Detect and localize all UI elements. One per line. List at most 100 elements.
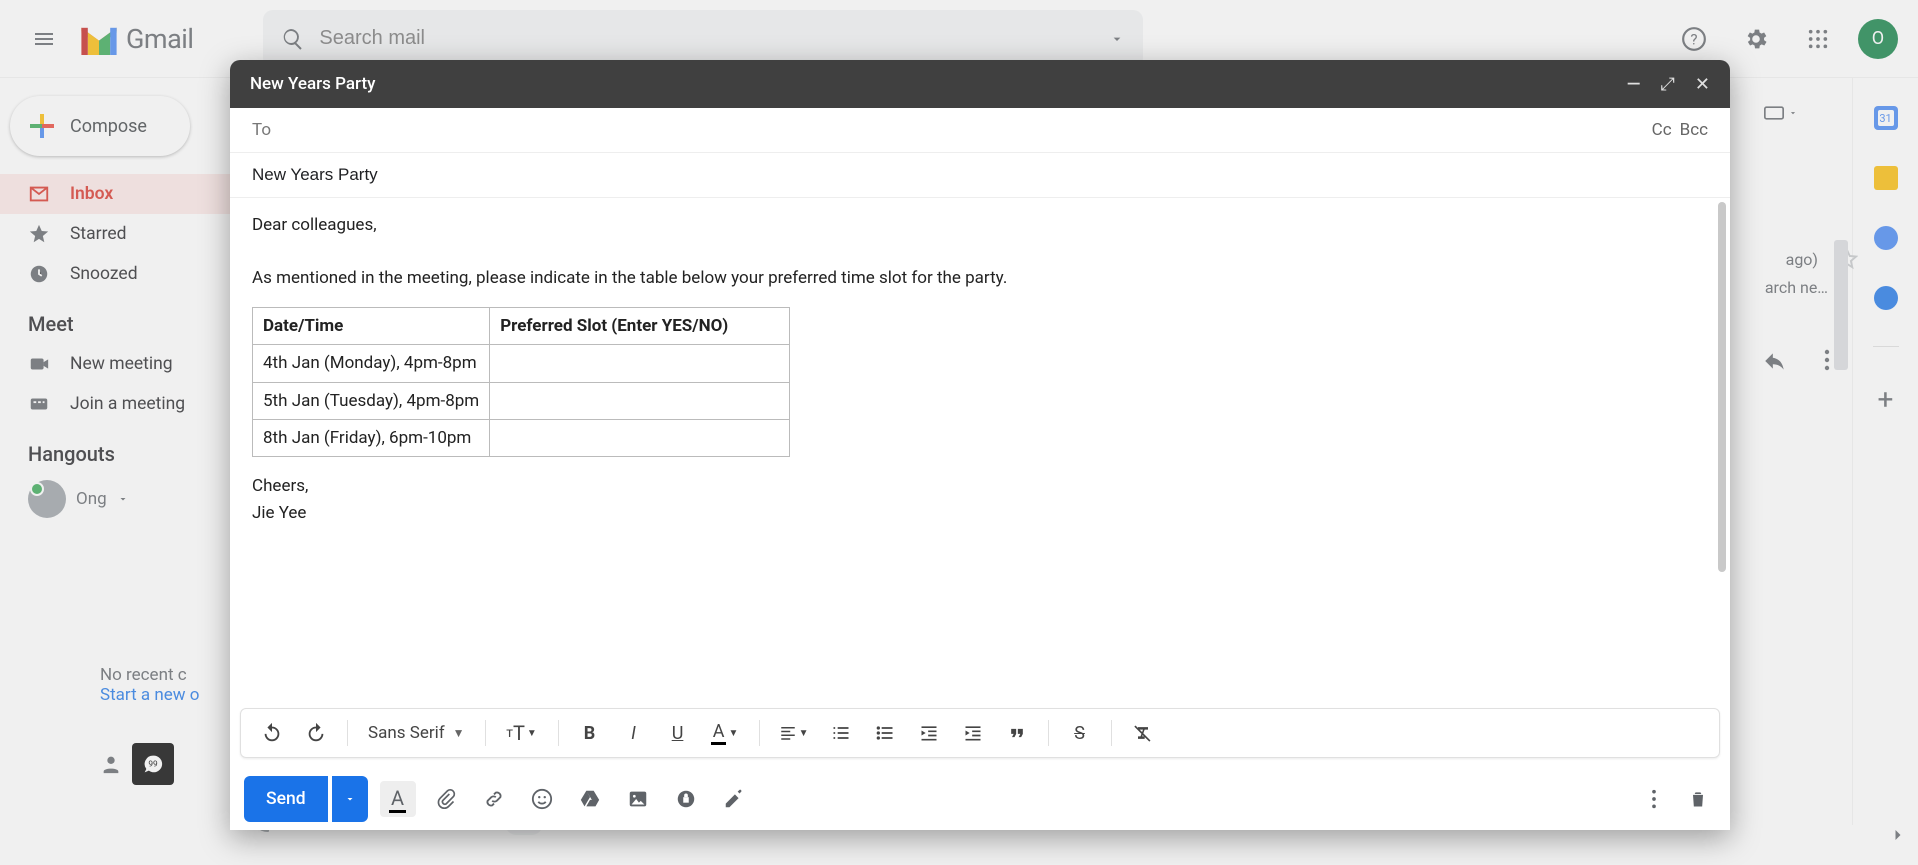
to-label: To (252, 120, 271, 140)
toolbar-separator (1048, 720, 1049, 746)
attach-icon[interactable] (428, 781, 464, 817)
tasks-app-icon[interactable] (1874, 226, 1898, 250)
send-bar: Send A (230, 768, 1730, 830)
table-header: Date/Time (253, 308, 490, 345)
close-icon[interactable]: ✕ (1695, 74, 1710, 95)
table-header-row: Date/Time Preferred Slot (Enter YES/NO) (253, 308, 790, 345)
to-input[interactable] (281, 120, 1652, 140)
gmail-logo[interactable]: Gmail (78, 23, 193, 55)
table-header: Preferred Slot (Enter YES/NO) (490, 308, 790, 345)
compose-button[interactable]: Compose (10, 96, 190, 156)
toolbar-separator (347, 720, 348, 746)
compose-window: New Years Party — ⤢ ✕ To Cc Bcc Dear col… (230, 60, 1730, 830)
format-toolbar: Sans Serif ▼ тT▼ B I U A▼ ▼ S (240, 708, 1720, 758)
rail-divider (1873, 346, 1899, 347)
table-cell[interactable] (490, 420, 790, 457)
insert-link-icon[interactable] (476, 781, 512, 817)
font-name: Sans Serif (368, 723, 445, 743)
body-closing2: Jie Yee (252, 500, 1708, 526)
table-cell[interactable]: 8th Jan (Friday), 6pm-10pm (253, 420, 490, 457)
right-rail: 31 + (1852, 78, 1918, 825)
addons-plus-icon[interactable]: + (1878, 383, 1894, 416)
undo-icon[interactable] (255, 716, 289, 750)
contacts-app-icon[interactable] (1874, 286, 1898, 310)
insert-signature-icon[interactable] (716, 781, 752, 817)
more-vert-icon[interactable] (1824, 348, 1830, 372)
chevron-down-icon: ▼ (453, 726, 465, 740)
minimize-icon[interactable]: — (1627, 74, 1641, 95)
table-row[interactable]: 4th Jan (Monday), 4pm-8pm (253, 345, 790, 382)
font-selector[interactable]: Sans Serif ▼ (362, 723, 471, 743)
table-row[interactable]: 5th Jan (Tuesday), 4pm-8pm (253, 382, 790, 419)
body-line1: As mentioned in the meeting, please indi… (252, 265, 1708, 291)
input-tools-icon[interactable] (1764, 105, 1798, 121)
send-options-icon[interactable] (332, 776, 368, 822)
more-options-icon[interactable] (1636, 781, 1672, 817)
toolbar-separator (759, 720, 760, 746)
main-menu-icon[interactable] (20, 15, 68, 63)
behind-ago-text: ago) (1786, 250, 1818, 269)
search-options-icon[interactable] (1109, 31, 1125, 47)
fullscreen-exit-icon[interactable]: ⤢ (1661, 74, 1675, 95)
search-input[interactable] (319, 27, 1095, 50)
hangouts-tab-person-icon[interactable] (90, 743, 132, 785)
keep-app-icon[interactable] (1874, 166, 1898, 190)
reply-icon[interactable] (1762, 348, 1788, 374)
bcc-button[interactable]: Bcc (1680, 120, 1708, 140)
text-color-icon[interactable]: A▼ (705, 716, 745, 750)
bulleted-list-icon[interactable] (868, 716, 902, 750)
settings-icon[interactable] (1734, 17, 1778, 61)
strikethrough-icon[interactable]: S (1063, 716, 1097, 750)
apps-icon[interactable] (1796, 17, 1840, 61)
insert-photo-icon[interactable] (620, 781, 656, 817)
cc-button[interactable]: Cc (1652, 120, 1672, 140)
remove-formatting-icon[interactable] (1126, 716, 1160, 750)
bold-icon[interactable]: B (573, 716, 607, 750)
background-scrollbar[interactable] (1834, 240, 1848, 370)
body-scrollbar[interactable] (1718, 202, 1726, 572)
quote-icon[interactable] (1000, 716, 1034, 750)
italic-icon[interactable]: I (617, 716, 651, 750)
gmail-logo-text: Gmail (126, 23, 193, 55)
hangouts-avatar-icon (28, 480, 66, 518)
table-row[interactable]: 8th Jan (Friday), 6pm-10pm (253, 420, 790, 457)
compose-plus-icon (30, 114, 54, 138)
table-cell[interactable]: 5th Jan (Tuesday), 4pm-8pm (253, 382, 490, 419)
side-panel-toggle-icon[interactable] (1888, 825, 1908, 845)
slot-table[interactable]: Date/Time Preferred Slot (Enter YES/NO) … (252, 307, 790, 457)
toolbar-separator (1111, 720, 1112, 746)
compose-body[interactable]: Dear colleagues, As mentioned in the mee… (230, 198, 1730, 708)
underline-icon[interactable]: U (661, 716, 695, 750)
table-cell[interactable] (490, 382, 790, 419)
calendar-app-icon[interactable]: 31 (1874, 106, 1898, 130)
sidebar-item-label: Join a meeting (70, 394, 185, 414)
redo-icon[interactable] (299, 716, 333, 750)
font-size-icon[interactable]: тT▼ (500, 716, 544, 750)
account-avatar[interactable]: O (1858, 19, 1898, 59)
chevron-down-icon (117, 493, 129, 505)
hangouts-tab-chat-icon[interactable]: 99 (132, 743, 174, 785)
to-field[interactable]: To Cc Bcc (230, 108, 1730, 153)
drive-icon[interactable] (572, 781, 608, 817)
toolbar-separator (558, 720, 559, 746)
support-icon[interactable]: ? (1672, 17, 1716, 61)
start-new-link[interactable]: Start a new o (100, 685, 199, 705)
formatting-options-icon[interactable]: A (380, 781, 416, 817)
table-cell[interactable] (490, 345, 790, 382)
numbered-list-icon[interactable] (824, 716, 858, 750)
behind-search-text: arch ne… (1765, 278, 1828, 297)
discard-draft-icon[interactable] (1680, 781, 1716, 817)
confidential-mode-icon[interactable] (668, 781, 704, 817)
emoji-icon[interactable] (524, 781, 560, 817)
send-button[interactable]: Send (244, 776, 328, 822)
align-icon[interactable]: ▼ (774, 716, 814, 750)
compose-header[interactable]: New Years Party — ⤢ ✕ (230, 60, 1730, 108)
subject-field[interactable] (230, 153, 1730, 198)
subject-input[interactable] (252, 165, 1708, 185)
toolbar-separator (485, 720, 486, 746)
table-cell[interactable]: 4th Jan (Monday), 4pm-8pm (253, 345, 490, 382)
indent-less-icon[interactable] (912, 716, 946, 750)
search-bar[interactable] (263, 10, 1143, 68)
indent-more-icon[interactable] (956, 716, 990, 750)
search-icon (281, 27, 305, 51)
